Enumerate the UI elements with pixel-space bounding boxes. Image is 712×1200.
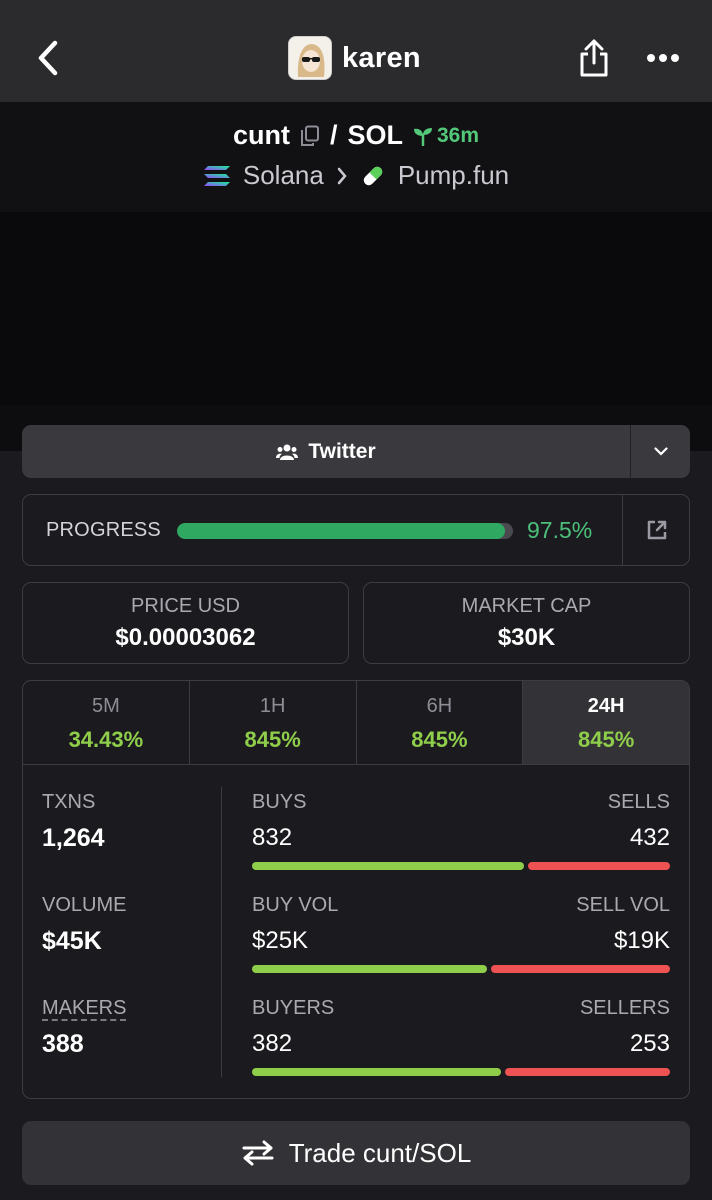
volume-bar — [252, 965, 670, 973]
makers-value: 388 — [42, 1030, 84, 1058]
buy-bar — [252, 1068, 502, 1076]
txns-stat: TXNS 1,264 — [42, 791, 105, 853]
buyers-sellers-ratio: BUYERS SELLERS 382 253 — [252, 997, 670, 1076]
sell-vol-label: SELL VOL — [576, 894, 670, 916]
sellers-label: SELLERS — [579, 997, 670, 1019]
volume-stat: VOLUME $45K — [42, 894, 126, 956]
pair-base-symbol: cunt — [232, 120, 290, 150]
chain-breadcrumb: Solana Pump.fun — [0, 160, 712, 191]
makers-stat: MAKERS 388 — [42, 997, 126, 1059]
chevron-right-icon — [336, 167, 348, 185]
volume-value: $45K — [42, 927, 102, 955]
more-button[interactable] — [640, 44, 686, 72]
tab-change: 34.43% — [68, 727, 144, 752]
buys-sells-bar — [252, 862, 670, 870]
tab-label: 6H — [426, 695, 453, 717]
volume-label: VOLUME — [42, 894, 127, 916]
share-button[interactable] — [574, 34, 614, 82]
progress-value: 97.5% — [527, 517, 593, 543]
tab-label: 5M — [91, 695, 120, 717]
market-cap-card: MARKET CAP $30K — [363, 582, 690, 664]
progress-label: PROGRESS — [46, 519, 161, 541]
market-cap-label: MARKET CAP — [461, 595, 592, 617]
social-dropdown-button[interactable] — [630, 425, 690, 478]
solana-icon — [203, 164, 231, 188]
makers-label[interactable]: MAKERS — [42, 997, 126, 1020]
username: karen — [342, 41, 421, 74]
pair-quote-symbol: SOL — [347, 120, 403, 150]
profile-link[interactable]: karen — [288, 36, 421, 80]
tab-label: 1H — [259, 695, 286, 717]
chevron-down-icon — [653, 447, 668, 456]
chevron-left-icon — [38, 40, 58, 76]
buyers-sellers-bar — [252, 1068, 670, 1076]
pair-title: cunt / SOL 36m — [0, 120, 712, 151]
sells-value: 432 — [629, 824, 670, 851]
timeframe-tabs: 5M 34.43% 1H 845% 6H 845% 24H 845% — [23, 681, 689, 765]
pair-age: 36m — [437, 123, 480, 147]
tab-change: 845% — [577, 727, 635, 752]
tab-change: 845% — [244, 727, 301, 752]
sell-bar — [491, 965, 670, 973]
chain-name[interactable]: Solana — [243, 160, 324, 191]
buy-bar — [252, 965, 488, 973]
social-selector: Twitter — [22, 425, 690, 478]
social-label: Twitter — [308, 439, 376, 463]
volume-ratio: BUY VOL SELL VOL $25K $19K — [252, 894, 670, 973]
buys-label: BUYS — [252, 791, 307, 813]
twitter-button[interactable]: Twitter — [22, 425, 630, 478]
copy-icon[interactable] — [300, 125, 320, 147]
pill-icon — [360, 163, 386, 189]
users-icon — [276, 444, 299, 460]
buyers-value: 382 — [252, 1030, 293, 1057]
chart-area[interactable] — [0, 212, 712, 405]
sellers-value: 253 — [629, 1030, 670, 1057]
top-bar: karen — [0, 0, 712, 102]
progress-bar-fill — [177, 523, 505, 539]
pair-header — [0, 102, 712, 212]
stats-card: 5M 34.43% 1H 845% 6H 845% 24H 845% TXNS … — [22, 680, 690, 1099]
trade-button[interactable]: Trade cunt/SOL — [22, 1121, 690, 1185]
market-cap-value: $30K — [497, 624, 556, 651]
tab-change: 845% — [411, 727, 468, 752]
seedling-icon — [414, 127, 432, 146]
buy-vol-value: $25K — [252, 927, 309, 954]
trade-button-label: Trade cunt/SOL — [288, 1137, 472, 1168]
buys-sells-ratio: BUYS SELLS 832 432 — [252, 791, 670, 870]
swap-icon — [242, 1140, 274, 1166]
price-label: PRICE USD — [131, 595, 240, 617]
sell-bar — [505, 1068, 670, 1076]
external-link-icon — [647, 520, 666, 540]
external-link-button[interactable] — [622, 495, 690, 565]
buys-value: 832 — [252, 824, 293, 851]
pair-age-badge: 36m — [413, 124, 479, 148]
pair-separator: / — [329, 120, 338, 150]
price-card: PRICE USD $0.00003062 — [22, 582, 349, 664]
price-value: $0.00003062 — [115, 624, 256, 651]
sell-vol-value: $19K — [613, 927, 670, 954]
share-icon — [580, 39, 608, 77]
back-button[interactable] — [28, 30, 68, 86]
txns-label: TXNS — [42, 791, 96, 813]
dex-name[interactable]: Pump.fun — [398, 160, 509, 191]
sells-label: SELLS — [607, 791, 670, 813]
tab-1h[interactable]: 1H 845% — [190, 681, 357, 764]
sell-bar — [528, 862, 670, 870]
tab-5m[interactable]: 5M 34.43% — [23, 681, 190, 764]
tab-24h[interactable]: 24H 845% — [523, 681, 689, 764]
tab-label: 24H — [587, 695, 625, 717]
buy-bar — [252, 862, 525, 870]
txns-value: 1,264 — [42, 824, 105, 852]
avatar — [288, 36, 332, 80]
progress-bar — [177, 523, 513, 539]
progress-card: PROGRESS 97.5% — [22, 494, 690, 566]
column-divider — [221, 787, 222, 1077]
buyers-label: BUYERS — [252, 997, 335, 1019]
buy-vol-label: BUY VOL — [252, 894, 339, 916]
tab-6h[interactable]: 6H 845% — [357, 681, 524, 764]
more-horizontal-icon — [647, 54, 679, 62]
